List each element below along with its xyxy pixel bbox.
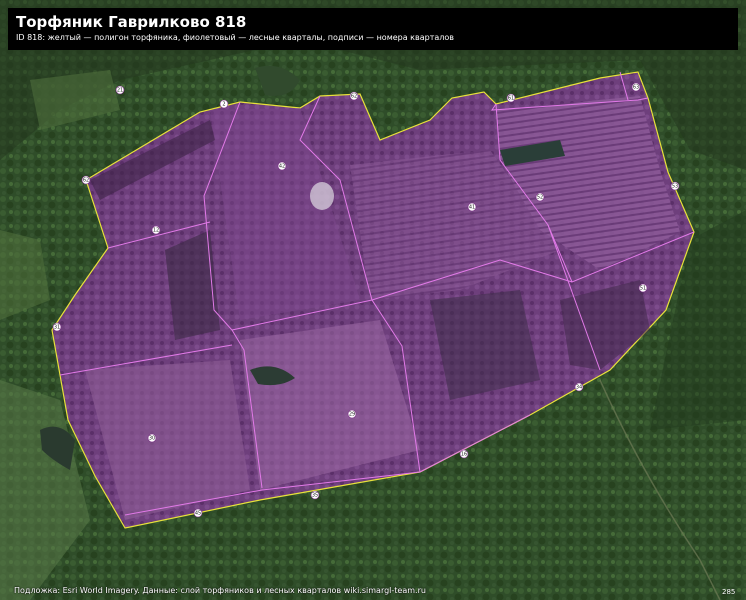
corner-label: 285 xyxy=(722,588,736,596)
quarter-label: 42 xyxy=(279,163,285,169)
quarter-label: 51 xyxy=(640,285,646,291)
quarter-label: 63 xyxy=(633,84,639,90)
quarter-label: 2 xyxy=(222,101,225,107)
quarter-label: 41 xyxy=(469,204,475,210)
map-title: Торфяник Гаврилково 818 xyxy=(16,13,247,31)
quarter-label: 52 xyxy=(537,194,543,200)
quarter-label: 12 xyxy=(153,227,159,233)
quarter-label: 62 xyxy=(351,93,357,99)
attribution-text: Подложка: Esri World Imagery. Данные: сл… xyxy=(14,586,426,595)
quarter-label: 29 xyxy=(349,411,355,417)
quarter-label: 34 xyxy=(576,384,582,390)
cloud-spot xyxy=(310,182,334,210)
quarter-label: 35 xyxy=(312,492,318,498)
quarter-label: 62 xyxy=(83,177,89,183)
quarter-label: 45 xyxy=(195,510,201,516)
quarter-label: 16 xyxy=(461,451,467,457)
quarter-label: 61 xyxy=(508,95,514,101)
quarter-label: 30 xyxy=(149,435,155,441)
quarter-label: 31 xyxy=(54,324,60,330)
satellite-map[interactable]: 2 62 61 63 42 12 41 52 53 51 31 29 30 16 34 35 45 62 21 xyxy=(0,0,746,600)
quarter-label: 21 xyxy=(117,87,123,93)
title-box: Торфяник Гаврилково 818 ID 818: желтый —… xyxy=(8,8,738,50)
map-subtitle: ID 818: желтый — полигон торфяника, фиол… xyxy=(16,33,454,42)
quarter-label: 53 xyxy=(672,183,678,189)
